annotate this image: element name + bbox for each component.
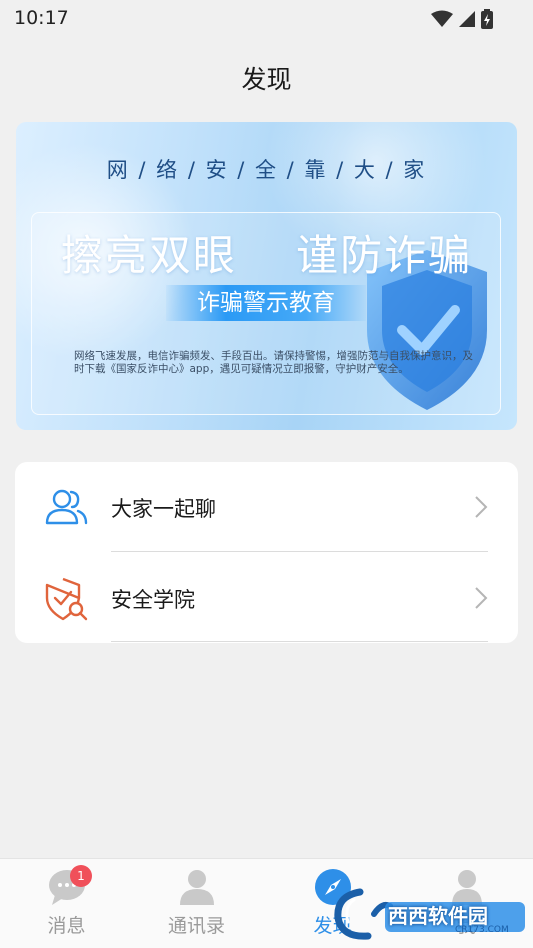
banner-slogan: 网 / 络 / 安 / 全 / 靠 / 大 / 家 (106, 158, 427, 182)
nav-tab-messages[interactable]: 1 消息 (0, 859, 133, 948)
menu-divider (111, 641, 488, 642)
contact-icon (180, 870, 214, 905)
discover-menu: 大家一起聊 安全学院 (15, 462, 518, 643)
anti-fraud-banner[interactable]: 网 / 络 / 安 / 全 / 靠 / 大 / 家 擦亮双眼 谨防诈骗 诈骗警示… (16, 122, 517, 430)
nav-label: 通讯录 (167, 915, 225, 937)
status-time: 10:17 (14, 7, 69, 29)
wifi-icon (431, 10, 453, 27)
menu-divider (111, 551, 488, 552)
menu-item-security-academy[interactable]: 安全学院 (15, 553, 518, 643)
page-title: 发现 (241, 65, 292, 94)
banner-headline: 擦亮双眼 谨防诈骗 (60, 231, 473, 280)
battery-icon (481, 9, 493, 29)
nav-label: 消息 (47, 915, 86, 937)
nav-tab-contacts[interactable]: 通讯录 (130, 859, 263, 948)
banner-pill: 诈骗警示教育 (166, 285, 366, 321)
chevron-right-icon (475, 496, 488, 518)
menu-item-group-chat[interactable]: 大家一起聊 (15, 462, 518, 552)
signal-icon (459, 11, 475, 27)
watermark-subtext: CR173.COM (455, 925, 509, 935)
status-bar: 10:17 (0, 0, 533, 38)
people-icon (45, 489, 88, 525)
banner-description: 网络飞速发展，电信诈骗频发、手段百出。请保持警惕，增强防范与自我保护意识，及时下… (74, 350, 473, 375)
shield-search-icon (45, 577, 88, 621)
status-icons (431, 9, 493, 29)
menu-item-label: 大家一起聊 (111, 497, 216, 521)
unread-badge: 1 (70, 865, 92, 887)
chevron-right-icon (475, 587, 488, 609)
menu-item-label: 安全学院 (111, 588, 195, 612)
